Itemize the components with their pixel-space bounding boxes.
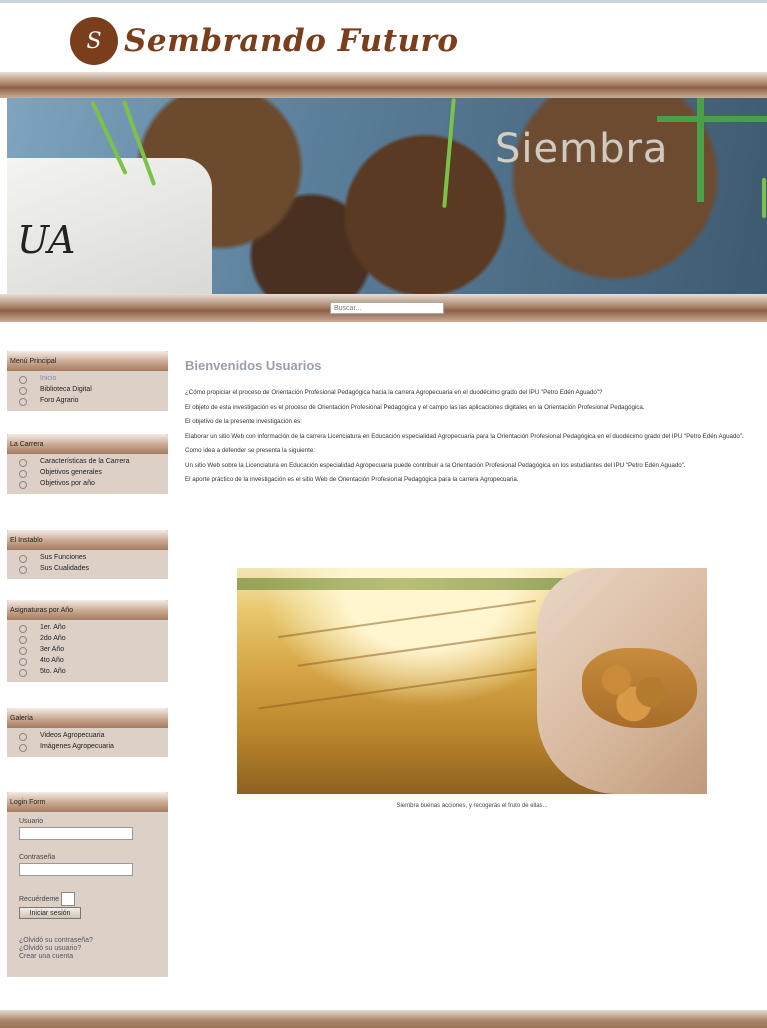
cross-icon-bar [657, 116, 767, 122]
bullet-icon [19, 658, 27, 666]
paragraph: ¿Cómo propiciar el proceso de Orientació… [185, 389, 603, 396]
footer-bar [0, 1010, 767, 1028]
menu-item-2do-ano[interactable]: 2do Año [19, 635, 168, 644]
username-field[interactable] [19, 827, 133, 840]
bullet-icon [19, 387, 27, 395]
site-title: Sembrando Futuro [124, 23, 459, 59]
module-title: Asignaturas por Año [7, 600, 168, 620]
forgot-password-link[interactable]: ¿Olvidó su contraseña? [19, 937, 168, 945]
banner-image: UA Siembra [7, 98, 767, 294]
paragraph: El objeto de esta investigación es el pr… [185, 403, 645, 411]
create-account-link[interactable]: Crear una cuenta [19, 953, 168, 961]
menu-item-videos[interactable]: Videos Agropecuaria [19, 732, 168, 741]
menu-item-funciones[interactable]: Sus Funciones [19, 554, 168, 563]
site-header: S Sembrando Futuro [0, 3, 767, 75]
image-caption: Siembra buenas acciones, y recogerás el … [396, 803, 548, 809]
logo-emblem-icon: S [70, 17, 118, 65]
paragraph: Como idea a defender se presenta la sigu… [185, 447, 316, 454]
remember-label: Recuérdeme [19, 895, 60, 903]
remember-row: Recuérdeme [19, 892, 168, 906]
search-input[interactable] [330, 302, 444, 314]
bullet-icon [19, 376, 27, 384]
bullet-icon [19, 625, 27, 633]
menu-item-imagenes[interactable]: Imágenes Agropecuaria [19, 743, 168, 752]
site-logo[interactable]: S Sembrando Futuro [70, 17, 459, 65]
bullet-icon [19, 636, 27, 644]
menu-item-biblioteca[interactable]: Biblioteca Digital [19, 386, 168, 395]
sprout-icon [762, 178, 766, 218]
cross-icon [697, 98, 704, 202]
grains-icon [582, 648, 697, 728]
asignaturas-module: Asignaturas por Año 1er. Año 2do Año 3er… [7, 600, 168, 682]
menu-item-1er-ano[interactable]: 1er. Año [19, 624, 168, 633]
wheat-field-image [237, 568, 707, 794]
paragraph: Un sitio Web sobre la Licenciatura en Ed… [185, 461, 686, 469]
menu-item-objetivos-ano[interactable]: Objetivos por año [19, 480, 168, 489]
password-field[interactable] [19, 863, 133, 876]
paragraph: Elaborar un sitio Web con información de… [185, 432, 744, 440]
menu-item-4to-ano[interactable]: 4to Año [19, 657, 168, 666]
forgot-username-link[interactable]: ¿Olvidó su usuario? [19, 945, 168, 953]
bullet-icon [19, 459, 27, 467]
bullet-icon [19, 470, 27, 478]
login-links: ¿Olvidó su contraseña? ¿Olvidó su usuari… [19, 937, 168, 961]
menu-item-objetivos-generales[interactable]: Objetivos generales [19, 469, 168, 478]
menu-item-caracteristicas[interactable]: Características de la Carrera [19, 458, 168, 467]
field-row [298, 631, 536, 667]
menu-item-inicio[interactable]: Inicio [19, 375, 168, 384]
treeline [237, 578, 567, 590]
page-title: Bienvenidos Usuarios [185, 358, 322, 373]
paragraph: El objetivo de la presente investigación… [185, 418, 302, 425]
bullet-icon [19, 647, 27, 655]
bullet-icon [19, 566, 27, 574]
tray-text: UA [17, 218, 76, 262]
sprout-icon [442, 98, 456, 208]
module-title: La Carrera [7, 434, 168, 454]
menu-item-cualidades[interactable]: Sus Cualidades [19, 565, 168, 574]
login-module: Login Form Usuario Contraseña Recuérdeme… [7, 792, 168, 977]
bullet-icon [19, 398, 27, 406]
banner-word: Siembra [495, 126, 669, 172]
la-carrera-module: La Carrera Características de la Carrera… [7, 434, 168, 494]
module-title: El Instablo [7, 530, 168, 550]
bullet-icon [19, 555, 27, 563]
paragraph: El aporte práctico de la investigación e… [185, 476, 519, 483]
bullet-icon [19, 481, 27, 489]
header-bar [0, 72, 767, 98]
menu-item-5to-ano[interactable]: 5to. Año [19, 668, 168, 677]
menu-principal-module: Menú Principal Inicio Biblioteca Digital… [7, 351, 168, 411]
module-title: Galería [7, 708, 168, 728]
login-button[interactable]: Iniciar sesión [19, 907, 81, 919]
el-instablo-module: El Instablo Sus Funciones Sus Cualidades [7, 530, 168, 579]
field-row [278, 599, 536, 639]
username-label: Usuario [19, 818, 44, 825]
galeria-module: Galería Videos Agropecuaria Imágenes Agr… [7, 708, 168, 757]
field-row [258, 668, 536, 710]
menu-item-foro[interactable]: Foro Agrario [19, 397, 168, 406]
main-content: Bienvenidos Usuarios ¿Cómo propiciar el … [185, 358, 763, 491]
bullet-icon [19, 744, 27, 752]
bullet-icon [19, 733, 27, 741]
password-label: Contraseña [19, 854, 56, 861]
bullet-icon [19, 669, 27, 677]
menu-item-3er-ano[interactable]: 3er Año [19, 646, 168, 655]
remember-checkbox[interactable] [61, 892, 76, 906]
module-title: Login Form [7, 792, 168, 812]
module-title: Menú Principal [7, 351, 168, 371]
